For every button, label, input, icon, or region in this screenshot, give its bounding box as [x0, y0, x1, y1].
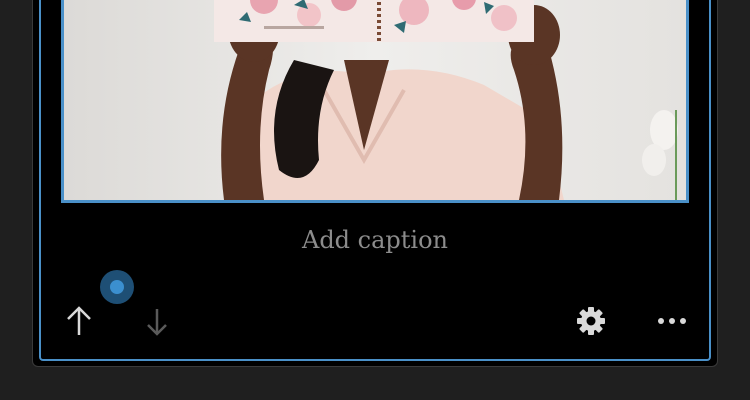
image-block-photo[interactable]	[61, 0, 689, 203]
gear-icon	[577, 307, 605, 335]
photo-illustration	[64, 0, 686, 200]
more-options-button[interactable]	[654, 310, 690, 332]
caption-placeholder[interactable]: Add caption	[0, 226, 750, 254]
move-down-button[interactable]	[141, 305, 173, 339]
block-settings-button[interactable]	[574, 304, 608, 338]
arrow-down-icon	[147, 309, 167, 336]
more-horizontal-icon	[658, 318, 686, 324]
arrow-up-icon	[67, 306, 91, 335]
focus-indicator	[100, 270, 134, 304]
focus-indicator-dot	[110, 280, 124, 294]
move-up-button[interactable]	[62, 303, 96, 339]
